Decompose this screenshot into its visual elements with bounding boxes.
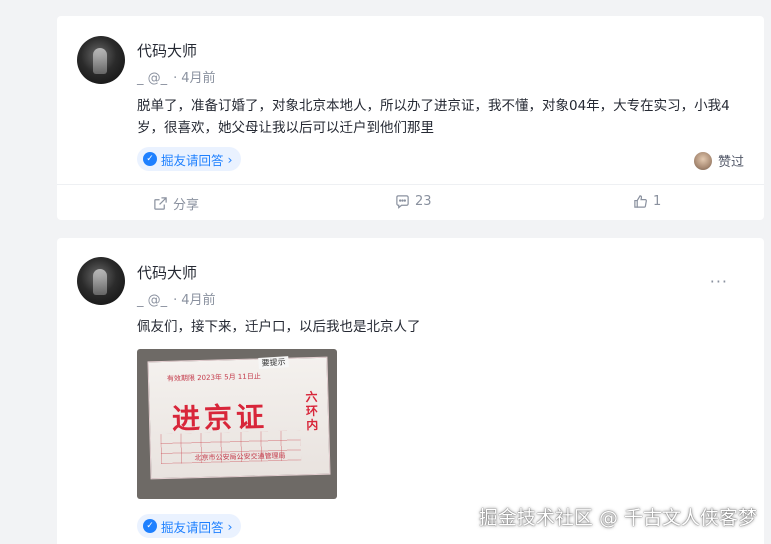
post-meta: _ @_ · 4月前 [137,67,216,86]
like-button[interactable]: 1 [633,194,661,209]
share-label: 分享 [173,198,200,213]
check-circle-icon: ✓ [143,152,157,166]
watermark: 掘金技术社区 @ 千古文人侠客梦 [478,507,757,529]
post-time: 4月前 [181,71,216,86]
post-content: 脱单了，准备订婚了，对象北京本地人，所以办了进京证，我不懂，对象04年，大专在实… [137,98,730,136]
thumb-up-icon [634,195,647,208]
post-meta: _ @_ · 4月前 [137,289,216,308]
share-icon [154,197,167,210]
topic-tag[interactable]: ✓ 掘友请回答 › [137,514,241,538]
liked-label: 赞过 [717,155,744,170]
post-card: 代码大师 _ @_ · 4月前 脱单了，准备订婚了，对象北京本地人，所以办了进京证，… [57,16,764,220]
chevron-right-icon: › [227,518,233,534]
check-circle-icon: ✓ [143,519,157,533]
author-name[interactable]: 代码大师 [137,40,197,61]
more-options-icon[interactable]: ··· [710,272,728,291]
comment-count: 23 [415,194,432,209]
chevron-right-icon: › [227,151,233,167]
permit-bg-text: 要提示 [258,356,289,369]
comment-icon [396,195,409,209]
permit-paper: 要提示 有效期限 2023年 5月 11日止 进京证 六环内 北京市公安局公安交… [147,356,331,480]
like-count: 1 [653,194,662,209]
user-handle: _ @_ [137,293,168,308]
post-card: 代码大师 ··· _ @_ · 4月前 佩友们，接下来，迁户口，以后我也是北京人了 … [57,238,764,544]
avatar[interactable] [77,257,125,305]
user-handle: _ @_ [137,71,168,86]
comment-button[interactable]: 23 [395,194,432,209]
topic-tag-label: 掘友请回答 [161,152,224,168]
liked-by[interactable]: 赞过 [693,151,744,170]
topic-tag-label: 掘友请回答 [161,519,224,535]
share-button[interactable]: 分享 [153,194,199,213]
post-content: 佩友们，接下来，迁户口，以后我也是北京人了 [137,319,421,335]
author-name[interactable]: 代码大师 [137,262,197,283]
avatar[interactable] [77,36,125,84]
liker-avatar [693,151,712,170]
permit-side-text: 六环内 [305,389,319,433]
divider [57,184,764,185]
permit-header: 有效期限 2023年 5月 11日止 [166,372,261,383]
post-time: 4月前 [181,293,216,308]
topic-tag[interactable]: ✓ 掘友请回答 › [137,147,241,171]
meta-separator: · [173,293,178,308]
post-image[interactable]: 要提示 有效期限 2023年 5月 11日止 进京证 六环内 北京市公安局公安交… [137,349,337,499]
meta-separator: · [173,71,178,86]
